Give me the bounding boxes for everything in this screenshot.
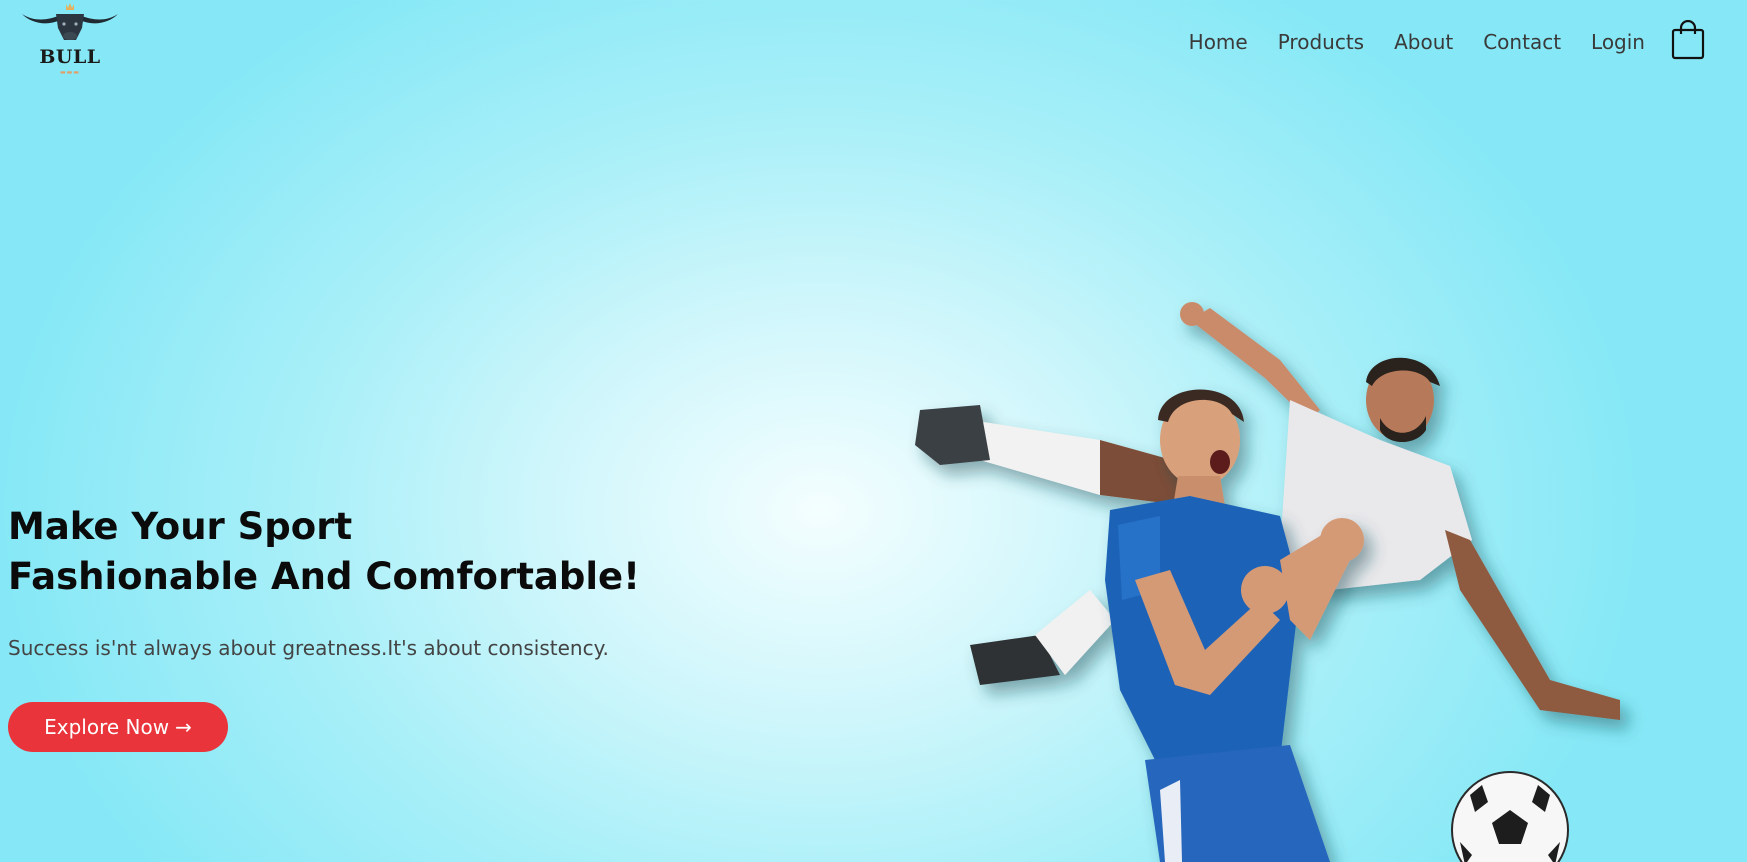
hero-players-image (860, 290, 1660, 862)
nav-products[interactable]: Products (1278, 30, 1364, 54)
main-nav: Home Products About Contact Login (1189, 30, 1645, 54)
explore-now-button[interactable]: Explore Now → (8, 702, 228, 752)
brand-tagline-mark: ▬▬▬ (59, 69, 80, 76)
hero-subtitle: Success is'nt always about greatness.It'… (8, 636, 609, 660)
nav-contact[interactable]: Contact (1483, 30, 1561, 54)
explore-now-label: Explore Now (44, 715, 170, 739)
hero-title-line2: Fashionable And Comfortable! (8, 555, 641, 598)
nav-login[interactable]: Login (1591, 30, 1645, 54)
nav-about[interactable]: About (1394, 30, 1453, 54)
hero-title-line1: Make Your Sport (8, 505, 353, 548)
hero-title: Make Your Sport Fashionable And Comforta… (8, 502, 648, 602)
bull-horns-icon (22, 3, 118, 40)
nav-home[interactable]: Home (1189, 30, 1248, 54)
brand-name: BULL (39, 46, 101, 68)
arrow-right-icon: → (175, 715, 192, 739)
soccer-ball-icon (1451, 771, 1569, 862)
shopping-bag-icon[interactable] (1670, 19, 1706, 60)
brand-logo[interactable]: BULL ▬▬▬ (20, 0, 120, 82)
site-header: BULL ▬▬▬ Home Products About Contact Log… (0, 0, 1747, 88)
